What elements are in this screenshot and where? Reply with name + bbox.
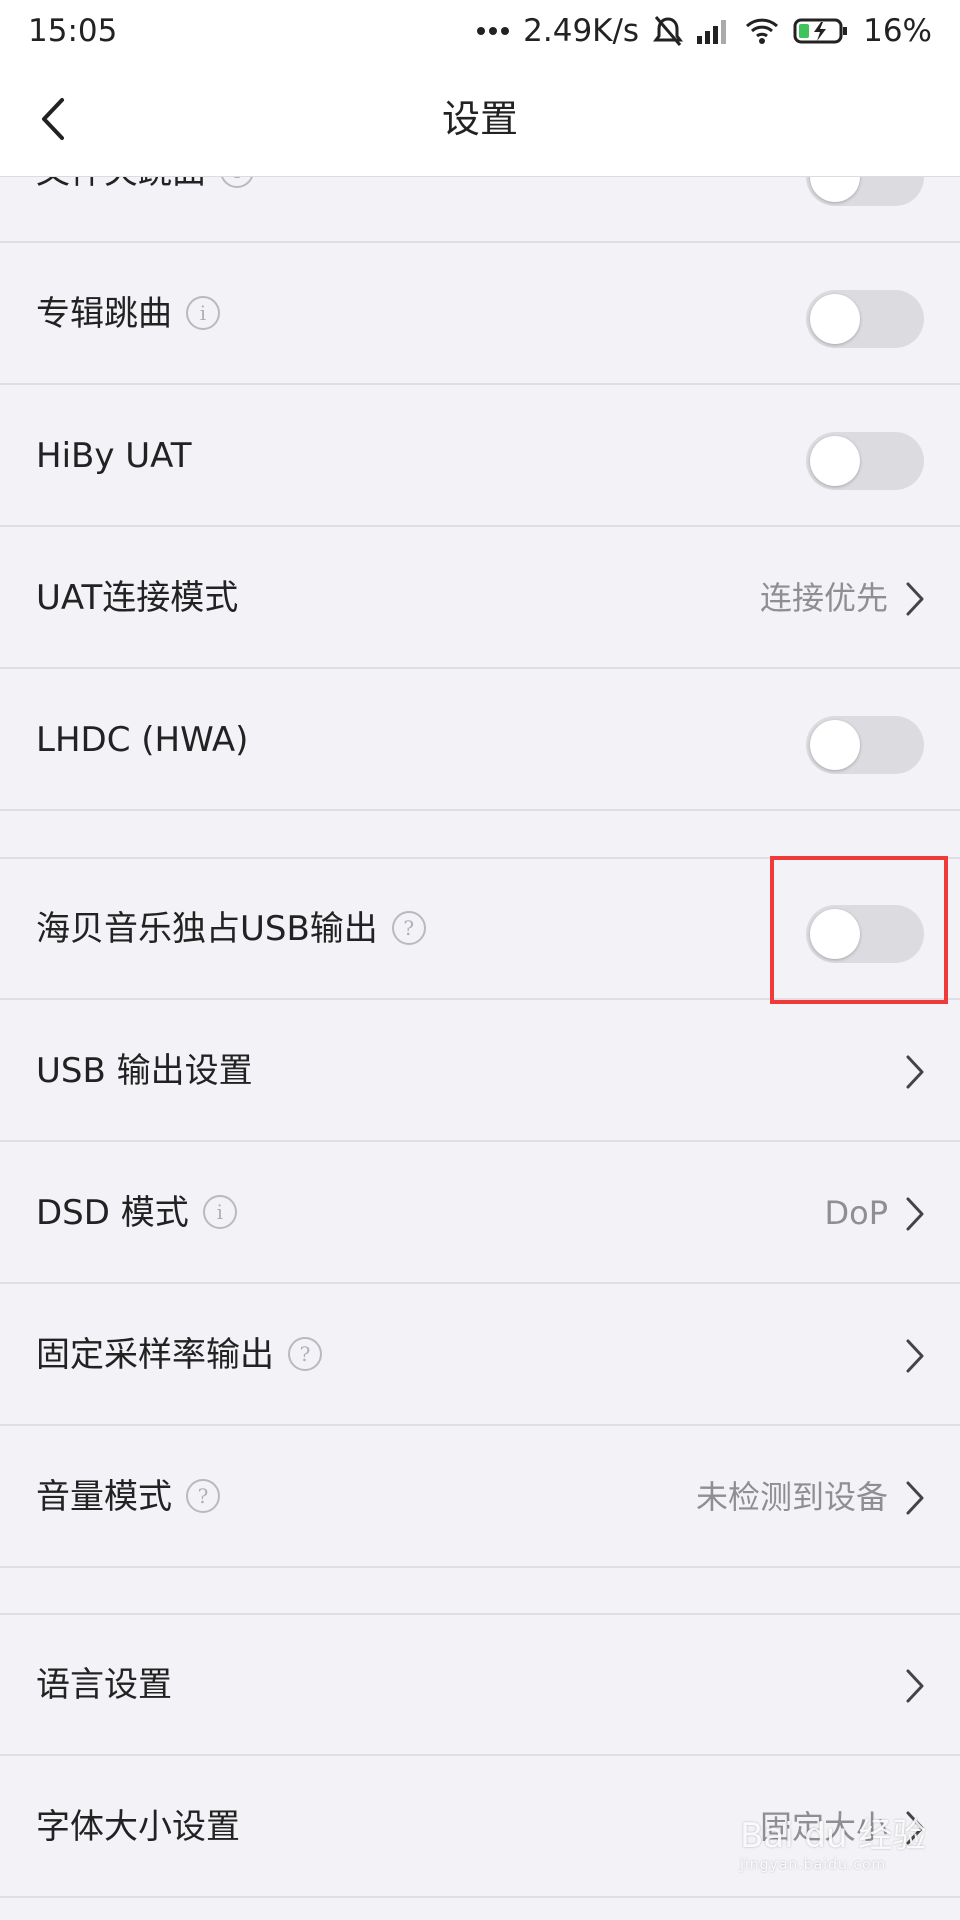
chevron-right-icon (906, 1669, 924, 1703)
mute-bell-icon (653, 15, 684, 47)
setting-value: 未检测到设备 (695, 1478, 888, 1516)
hiby-uat-toggle[interactable] (806, 432, 924, 490)
setting-label: 音量模式? (36, 1427, 220, 1568)
more-dots-icon (477, 26, 510, 36)
setting-row-uat-mode[interactable]: UAT连接模式 连接优先 (0, 528, 960, 669)
setting-row-usb-output[interactable]: USB 输出设置 (0, 1001, 960, 1142)
setting-row-language[interactable]: 语言设置 (0, 1615, 960, 1756)
page-title: 设置 (441, 97, 518, 141)
help-icon[interactable]: ? (186, 1478, 220, 1513)
setting-row-hiby-uat[interactable]: HiBy UAT (0, 386, 960, 527)
help-icon[interactable]: ? (391, 910, 426, 945)
setting-label: 语言设置 (36, 1665, 172, 1705)
wifi-icon (745, 18, 779, 44)
setting-row-fixed-rate[interactable]: 固定采样率输出? (0, 1285, 960, 1426)
chevron-right-icon (906, 1197, 924, 1231)
battery-percent: 16% (863, 13, 932, 49)
setting-label: DSD 模式 i (36, 1143, 237, 1284)
status-time: 15:05 (28, 13, 118, 49)
chevron-right-icon (906, 1339, 924, 1373)
chevron-right-icon (906, 1481, 924, 1515)
setting-value: DoP (824, 1194, 888, 1232)
setting-label: 专辑跳曲 i (36, 244, 220, 385)
top-app-bar: 设置 (0, 62, 960, 177)
battery-charging-icon (793, 17, 849, 45)
setting-row-lhdc[interactable]: LHDC (HWA) (0, 670, 960, 811)
chevron-right-icon (906, 1055, 924, 1089)
album-skip-toggle[interactable] (806, 290, 924, 348)
toggle-knob (810, 436, 860, 486)
setting-row-volume-mode[interactable]: 音量模式? 未检测到设备 (0, 1427, 960, 1568)
info-icon[interactable]: i (186, 295, 220, 330)
status-bar: 15:05 2.49K/s 16% (0, 0, 960, 62)
status-icons: 2.49K/s 16% (477, 13, 932, 49)
network-speed: 2.49K/s (523, 13, 640, 49)
toggle-knob (810, 720, 860, 770)
setting-label: HiBy UAT (36, 436, 192, 476)
help-icon[interactable]: ? (288, 1336, 322, 1371)
setting-label: 固定采样率输出? (36, 1285, 322, 1426)
setting-row-album-skip[interactable]: 专辑跳曲 i (0, 244, 960, 385)
lhdc-toggle[interactable] (806, 716, 924, 774)
chevron-right-icon (906, 582, 924, 616)
info-icon[interactable]: i (202, 1194, 237, 1229)
signal-icon (697, 18, 731, 44)
baidu-watermark: Bai du 经验 jingyan.baidu.com (740, 1816, 927, 1873)
setting-label: USB 输出设置 (36, 1051, 253, 1091)
setting-row-dsd-mode[interactable]: DSD 模式 i DoP (0, 1143, 960, 1284)
setting-value: 连接优先 (759, 579, 888, 617)
setting-label: UAT连接模式 (36, 578, 239, 618)
setting-label: LHDC (HWA) (36, 720, 249, 760)
setting-label: 海贝音乐独占USB输出? (36, 859, 426, 1000)
toggle-knob (810, 294, 860, 344)
setting-label: 字体大小设置 (36, 1807, 240, 1847)
highlight-box (770, 856, 948, 1004)
